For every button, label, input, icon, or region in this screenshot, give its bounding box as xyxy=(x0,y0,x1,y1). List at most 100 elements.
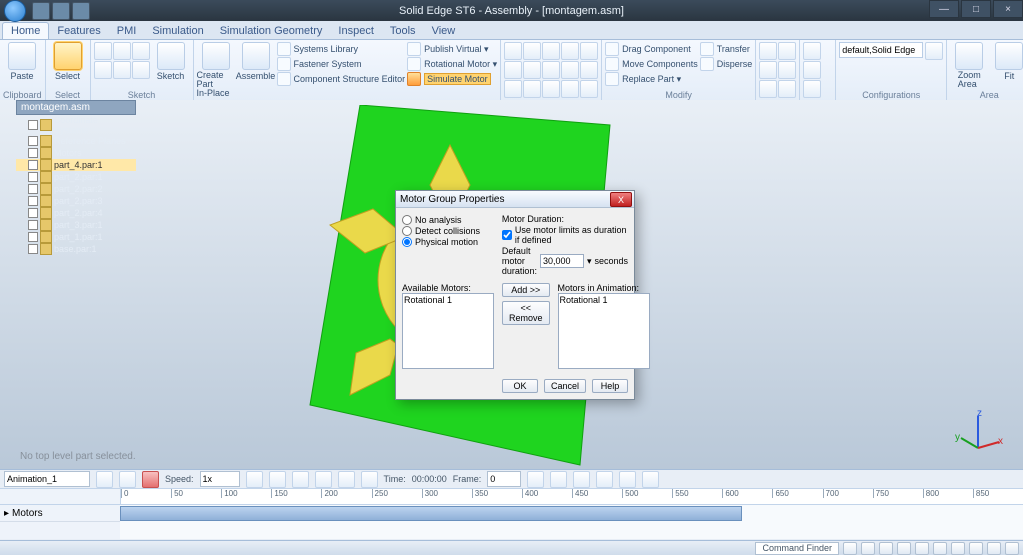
config-more-icon[interactable] xyxy=(925,42,943,60)
tree-part[interactable]: part_2.par:3 xyxy=(16,195,136,207)
relate-icon[interactable] xyxy=(523,80,541,98)
paste-button[interactable]: Paste xyxy=(3,42,41,81)
publish-virtual-button[interactable]: Publish Virtual ▾ xyxy=(407,42,497,56)
tab-simulation[interactable]: Simulation xyxy=(144,23,211,39)
sketch-line-icon[interactable] xyxy=(94,42,112,60)
checkbox-icon[interactable] xyxy=(28,172,38,182)
sketch-fillet-icon[interactable] xyxy=(113,61,131,79)
simulate-motor-button[interactable]: Simulate Motor xyxy=(407,72,497,86)
create-part-button[interactable]: Create Part In-Place xyxy=(197,42,235,98)
tab-features[interactable]: Features xyxy=(49,23,108,39)
status-icon[interactable] xyxy=(843,542,857,555)
status-icon[interactable] xyxy=(933,542,947,555)
checkbox-icon[interactable] xyxy=(28,184,38,194)
relate-icon[interactable] xyxy=(542,80,560,98)
frame-field[interactable]: 0 xyxy=(487,471,521,487)
qat-redo-icon[interactable] xyxy=(72,2,90,20)
sketch-circle-icon[interactable] xyxy=(132,42,150,60)
command-finder[interactable]: Command Finder xyxy=(755,542,839,555)
sketch-trim-icon[interactable] xyxy=(132,61,150,79)
remove-button[interactable]: << Remove xyxy=(502,301,550,325)
checkbox-icon[interactable] xyxy=(28,232,38,242)
track-filter-icon[interactable] xyxy=(18,491,30,503)
tab-home[interactable]: Home xyxy=(2,22,49,39)
list-item[interactable]: Rotational 1 xyxy=(404,295,492,305)
facerel-icon[interactable] xyxy=(759,61,777,79)
status-icon[interactable] xyxy=(897,542,911,555)
close-button[interactable]: × xyxy=(993,0,1023,18)
relate-icon[interactable] xyxy=(580,80,598,98)
relate-icon[interactable] xyxy=(523,42,541,60)
facerel-icon[interactable] xyxy=(759,80,777,98)
status-icon[interactable] xyxy=(969,542,983,555)
tree-part[interactable]: part_2.par:2 xyxy=(16,183,136,195)
add-button[interactable]: Add >> xyxy=(502,283,550,297)
tab-tools[interactable]: Tools xyxy=(382,23,424,39)
timeline-tool-icon[interactable] xyxy=(550,471,567,488)
status-icon[interactable] xyxy=(1005,542,1019,555)
cancel-button[interactable]: Cancel xyxy=(544,379,586,393)
tree-part[interactable]: part_2.par:1 xyxy=(16,171,136,183)
tab-pmi[interactable]: PMI xyxy=(109,23,145,39)
pattern-icon[interactable] xyxy=(803,80,821,98)
disperse-button[interactable]: Disperse xyxy=(700,57,753,71)
tree-part[interactable]: base.par:1 xyxy=(16,243,136,255)
tree-part[interactable]: part_4.par:1 xyxy=(16,159,136,171)
status-icon[interactable] xyxy=(951,542,965,555)
timeline-delete-icon[interactable] xyxy=(142,471,159,488)
speed-combo[interactable]: 1x xyxy=(200,471,240,487)
relate-icon[interactable] xyxy=(561,42,579,60)
timeline-ruler[interactable]: 0501001502002503003504004505005506006507… xyxy=(121,489,1023,505)
timeline-opts-icon[interactable] xyxy=(119,471,136,488)
sketch-button[interactable]: Sketch xyxy=(152,42,190,81)
move-components-button[interactable]: Move Components xyxy=(605,57,698,71)
replace-part-button[interactable]: Replace Part ▾ xyxy=(605,72,698,86)
relate-icon[interactable] xyxy=(561,61,579,79)
animation-combo[interactable]: Animation_1 xyxy=(4,471,90,487)
tree-part[interactable]: part_2.par:4 xyxy=(16,207,136,219)
checkbox-icon[interactable] xyxy=(28,160,38,170)
systems-library-button[interactable]: Systems Library xyxy=(277,42,406,56)
status-icon[interactable] xyxy=(861,542,875,555)
play-icon[interactable] xyxy=(292,471,309,488)
timeline-tool-icon[interactable] xyxy=(619,471,636,488)
zoom-area-button[interactable]: Zoom Area xyxy=(950,42,988,89)
sketch-arc-icon[interactable] xyxy=(94,61,112,79)
cse-button[interactable]: Component Structure Editor xyxy=(277,72,406,86)
tree-part[interactable]: part_3.par:1 xyxy=(16,219,136,231)
list-item[interactable]: Rotational 1 xyxy=(560,295,648,305)
timeline-tool-icon[interactable] xyxy=(596,471,613,488)
fit-button[interactable]: Fit xyxy=(990,42,1023,81)
tree-part[interactable]: part_1.par:1 xyxy=(16,231,136,243)
checkbox-icon[interactable] xyxy=(28,148,38,158)
step-fwd-icon[interactable] xyxy=(338,471,355,488)
status-icon[interactable] xyxy=(879,542,893,555)
dialog-close-button[interactable]: X xyxy=(610,192,632,207)
transfer-button[interactable]: Transfer xyxy=(700,42,753,56)
relate-icon[interactable] xyxy=(561,80,579,98)
timeline-save-icon[interactable] xyxy=(96,471,113,488)
relate-icon[interactable] xyxy=(504,80,522,98)
track-area[interactable] xyxy=(120,505,1023,539)
config-combo[interactable]: default,Solid Edge xyxy=(839,42,923,58)
relate-icon[interactable] xyxy=(504,42,522,60)
timeline-tool-icon[interactable] xyxy=(527,471,544,488)
relate-icon[interactable] xyxy=(523,61,541,79)
tree-motors[interactable]: Motors xyxy=(16,147,136,159)
goto-start-icon[interactable] xyxy=(246,471,263,488)
assemble-button[interactable]: Assemble xyxy=(237,42,275,81)
timeline-tool-icon[interactable] xyxy=(642,471,659,488)
radio-no-analysis[interactable]: No analysis xyxy=(402,215,494,225)
checkbox-icon[interactable] xyxy=(28,220,38,230)
available-motors-list[interactable]: Rotational 1 xyxy=(402,293,494,369)
pattern-icon[interactable] xyxy=(803,42,821,60)
sketch-rect-icon[interactable] xyxy=(113,42,131,60)
relate-icon[interactable] xyxy=(542,61,560,79)
minimize-button[interactable]: — xyxy=(929,0,959,18)
tree-refplanes[interactable]: Reference Planes xyxy=(16,135,136,147)
dialog-titlebar[interactable]: Motor Group Properties X xyxy=(396,191,634,208)
facerel-icon[interactable] xyxy=(778,80,796,98)
qat-undo-icon[interactable] xyxy=(52,2,70,20)
tab-inspect[interactable]: Inspect xyxy=(330,23,381,39)
orientation-triad[interactable]: z y x xyxy=(953,408,1003,458)
